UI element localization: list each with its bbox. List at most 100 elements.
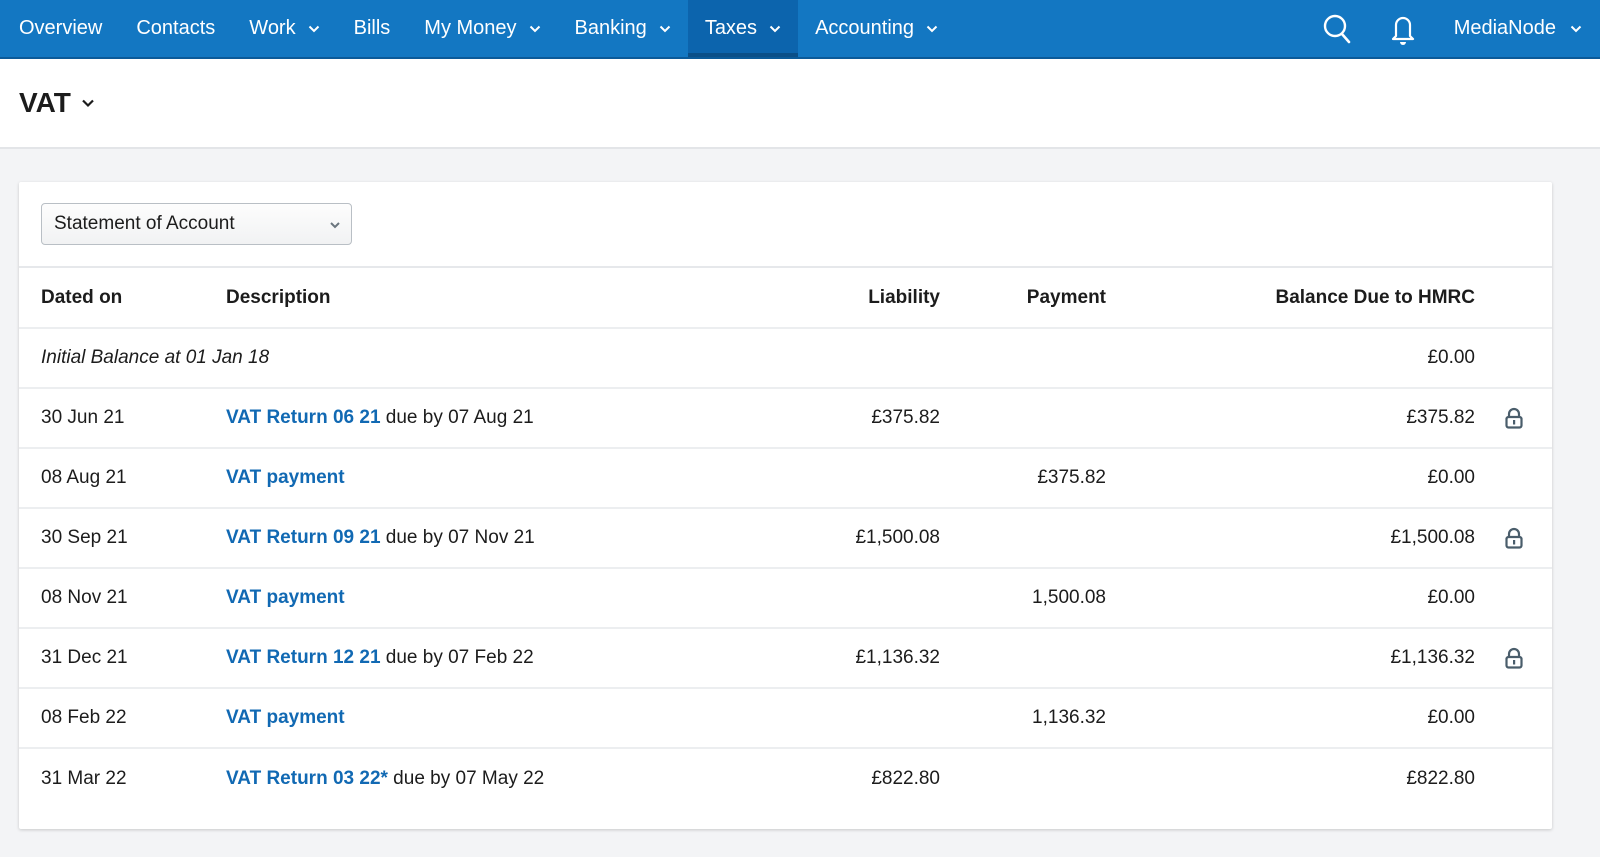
row-lock-cell bbox=[1475, 388, 1552, 449]
chevron-down-icon bbox=[1570, 25, 1582, 32]
top-navigation: Overview Contacts Work Bills My Money Banking… bbox=[0, 0, 1600, 59]
row-link[interactable]: VAT payment bbox=[226, 587, 345, 608]
row-description: VAT payment bbox=[226, 448, 726, 509]
lock-icon bbox=[1504, 407, 1523, 429]
nav-item-taxes[interactable]: Taxes bbox=[687, 0, 799, 57]
row-date: 08 Feb 22 bbox=[19, 688, 226, 749]
row-date: 08 Nov 21 bbox=[19, 568, 226, 629]
row-lock-cell bbox=[1475, 448, 1552, 509]
view-select[interactable]: Statement of Account bbox=[41, 203, 352, 245]
search-icon[interactable] bbox=[1320, 12, 1354, 46]
page-title-dropdown[interactable]: VAT bbox=[19, 87, 95, 119]
nav-item-overview[interactable]: Overview bbox=[2, 0, 119, 57]
row-liability bbox=[726, 688, 940, 749]
user-menu[interactable]: MediaNode bbox=[1436, 17, 1590, 40]
initial-balance-label: Initial Balance at 01 Jan 18 bbox=[19, 328, 726, 389]
chevron-down-icon bbox=[529, 25, 540, 32]
row-link[interactable]: VAT Return 03 22* bbox=[226, 768, 388, 789]
row-balance: £0.00 bbox=[1106, 568, 1475, 629]
table-row: 08 Aug 21 VAT payment £375.82 £0.00 bbox=[19, 448, 1552, 509]
row-balance: £1,136.32 bbox=[1106, 628, 1475, 689]
table-header-row: Dated on Description Liability Payment B… bbox=[19, 268, 1552, 329]
row-due-text: due by 07 Feb 22 bbox=[380, 647, 534, 668]
user-name: MediaNode bbox=[1453, 17, 1556, 39]
row-lock-cell bbox=[1475, 748, 1552, 808]
row-lock-cell bbox=[1475, 688, 1552, 749]
nav-item-label: Overview bbox=[19, 17, 103, 39]
row-balance: £375.82 bbox=[1106, 388, 1475, 449]
page-title: VAT bbox=[19, 87, 71, 118]
row-liability: £1,500.08 bbox=[726, 508, 940, 569]
nav-item-accounting[interactable]: Accounting bbox=[798, 0, 955, 57]
row-balance: £1,500.08 bbox=[1106, 508, 1475, 569]
row-description: VAT Return 09 21 due by 07 Nov 21 bbox=[226, 508, 726, 569]
nav-item-label: Banking bbox=[574, 17, 647, 39]
nav-item-bills[interactable]: Bills bbox=[337, 0, 408, 57]
row-date: 31 Dec 21 bbox=[19, 628, 226, 689]
lock-icon bbox=[1504, 647, 1523, 669]
row-payment: £375.82 bbox=[940, 448, 1106, 509]
chevron-down-icon bbox=[308, 25, 319, 32]
nav-item-my-money[interactable]: My Money bbox=[407, 0, 557, 57]
nav-item-label: Accounting bbox=[815, 17, 915, 39]
chevron-down-icon bbox=[926, 25, 938, 32]
row-date: 30 Sep 21 bbox=[19, 508, 226, 569]
bell-icon[interactable] bbox=[1386, 12, 1420, 46]
column-header-date[interactable]: Dated on bbox=[19, 268, 226, 329]
chevron-down-icon bbox=[330, 222, 340, 229]
nav-item-label: Contacts bbox=[136, 17, 216, 39]
row-description: VAT payment bbox=[226, 688, 726, 749]
row-link[interactable]: VAT payment bbox=[226, 707, 345, 728]
row-liability bbox=[726, 568, 940, 629]
row-lock-cell bbox=[1475, 628, 1552, 689]
row-description: VAT Return 03 22* due by 07 May 22 bbox=[226, 748, 726, 808]
statement-card: Statement of Account Dated on Descriptio… bbox=[19, 182, 1552, 829]
initial-balance-row: Initial Balance at 01 Jan 18 £0.00 bbox=[19, 328, 1552, 389]
table-row: 30 Jun 21 VAT Return 06 21 due by 07 Aug … bbox=[19, 388, 1552, 449]
row-balance: £822.80 bbox=[1406, 767, 1475, 789]
nav-menu: Overview Contacts Work Bills My Money Banking… bbox=[0, 0, 955, 57]
nav-item-label: My Money bbox=[424, 17, 517, 39]
statement-table: Dated on Description Liability Payment B… bbox=[19, 268, 1552, 808]
card-toolbar: Statement of Account bbox=[19, 182, 1552, 268]
nav-item-label: Taxes bbox=[704, 17, 758, 39]
row-balance: £0.00 bbox=[1106, 688, 1475, 749]
row-description: VAT Return 06 21 due by 07 Aug 21 bbox=[226, 388, 726, 449]
nav-item-work[interactable]: Work bbox=[232, 0, 336, 57]
column-header-liability[interactable]: Liability bbox=[726, 268, 940, 329]
row-due-text: due by 07 Aug 21 bbox=[380, 407, 534, 428]
row-link[interactable]: VAT payment bbox=[226, 467, 345, 488]
row-payment: 1,136.32 bbox=[940, 688, 1106, 749]
row-lock-cell bbox=[1475, 568, 1552, 629]
row-lock-cell bbox=[1475, 508, 1552, 569]
nav-item-label: Bills bbox=[353, 17, 391, 39]
column-header-balance[interactable]: Balance Due to HMRC bbox=[1106, 268, 1475, 329]
lock-icon bbox=[1504, 527, 1523, 549]
row-date: 30 Jun 21 bbox=[19, 388, 226, 449]
row-link[interactable]: VAT Return 12 21 bbox=[226, 647, 381, 668]
initial-balance-value: £0.00 bbox=[1106, 328, 1475, 389]
table-row: 30 Sep 21 VAT Return 09 21 due by 07 Nov … bbox=[19, 508, 1552, 569]
row-payment: 1,500.08 bbox=[940, 568, 1106, 629]
row-link[interactable]: VAT Return 06 21 bbox=[226, 407, 381, 428]
nav-right: MediaNode bbox=[1304, 0, 1600, 57]
nav-item-banking[interactable]: Banking bbox=[558, 0, 688, 57]
column-header-description[interactable]: Description bbox=[226, 268, 726, 329]
nav-item-label: Work bbox=[249, 17, 296, 39]
nav-item-contacts[interactable]: Contacts bbox=[119, 0, 232, 57]
table-row: 08 Feb 22 VAT payment 1,136.32 £0.00 bbox=[19, 688, 1552, 749]
table-row: 08 Nov 21 VAT payment 1,500.08 £0.00 bbox=[19, 568, 1552, 629]
column-header-lock bbox=[1475, 268, 1552, 329]
row-payment bbox=[940, 388, 1106, 449]
column-header-payment[interactable]: Payment bbox=[940, 268, 1106, 329]
table-row: 31 Dec 21 VAT Return 12 21 due by 07 Feb … bbox=[19, 628, 1552, 689]
row-liability: £375.82 bbox=[726, 388, 940, 449]
row-payment bbox=[940, 508, 1106, 569]
row-liability: £1,136.32 bbox=[726, 628, 940, 689]
row-description: VAT payment bbox=[226, 568, 726, 629]
row-liability: £822.80 bbox=[871, 767, 940, 789]
table-row: 31 Mar 22 VAT Return 03 22* due by 07 May… bbox=[19, 748, 1552, 808]
row-balance: £0.00 bbox=[1106, 448, 1475, 509]
chevron-down-icon bbox=[82, 99, 94, 108]
row-link[interactable]: VAT Return 09 21 bbox=[226, 527, 381, 548]
